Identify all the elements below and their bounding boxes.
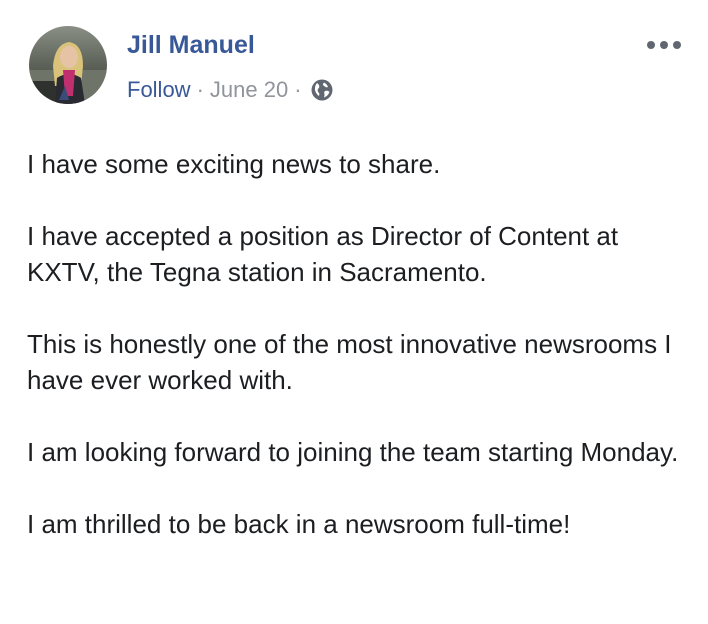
follow-link[interactable]: Follow [127, 77, 191, 103]
meta-separator: · [196, 77, 204, 102]
post-paragraph: I am thrilled to be back in a newsroom f… [27, 509, 571, 539]
globe-icon[interactable] [310, 78, 334, 102]
author-avatar[interactable] [29, 26, 107, 104]
post-date[interactable]: June 20 [210, 77, 288, 103]
post-paragraph: I have accepted a position as Director o… [27, 221, 619, 287]
author-name[interactable]: Jill Manuel [127, 31, 255, 60]
meta-separator: · [294, 77, 302, 102]
more-dot [660, 41, 668, 49]
more-dot [647, 41, 655, 49]
more-dot [673, 41, 681, 49]
post-paragraph: I have some exciting news to share. [27, 149, 441, 179]
post-paragraph: I am looking forward to joining the team… [27, 437, 679, 467]
post-meta: Follow · June 20 · [127, 75, 334, 105]
facebook-post: Jill Manuel Follow · June 20 · I have so… [0, 0, 708, 624]
post-body: I have some exciting news to share. I ha… [27, 146, 687, 578]
post-paragraph: This is honestly one of the most innovat… [27, 329, 672, 395]
more-options-icon[interactable] [645, 34, 683, 56]
